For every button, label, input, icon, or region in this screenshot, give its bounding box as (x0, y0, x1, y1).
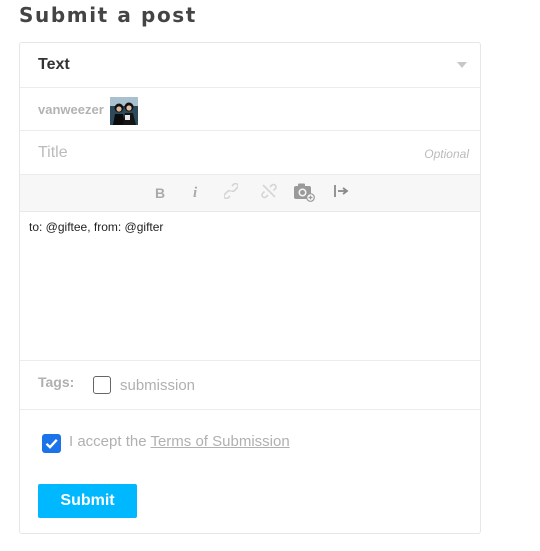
blog-name: vanweezer (38, 102, 104, 117)
title-input[interactable]: Title (38, 144, 68, 162)
blog-selector[interactable]: vanweezer (20, 88, 480, 131)
camera-icon[interactable] (293, 182, 315, 205)
terms-of-submission-link[interactable]: Terms of Submission (150, 433, 289, 450)
post-body-text: to: @giftee, from: @gifter (29, 220, 164, 234)
italic-button[interactable]: i (193, 185, 197, 202)
post-type-select[interactable]: Text (20, 43, 480, 88)
submit-button[interactable]: Submit (38, 484, 137, 518)
bold-button[interactable]: B (155, 185, 165, 201)
read-more-icon[interactable] (333, 183, 349, 202)
page-title: Submit a post (19, 3, 197, 27)
submission-tag-label[interactable]: submission (120, 377, 195, 394)
title-field[interactable]: Title Optional (20, 131, 480, 175)
avatar (110, 97, 138, 125)
accept-terms-text: I accept the Terms of Submission (69, 433, 290, 450)
formatting-toolbar: B i (20, 175, 480, 212)
accept-terms-prefix: I accept the (69, 433, 147, 450)
link-icon[interactable] (223, 182, 239, 202)
accept-terms-checkbox[interactable] (42, 434, 61, 453)
post-body-editor[interactable]: to: @giftee, from: @gifter (20, 212, 480, 361)
optional-hint: Optional (424, 147, 469, 161)
post-type-value: Text (38, 56, 70, 73)
submission-form: Text vanweezer Title Optional B i to: @g… (19, 42, 481, 534)
tags-section: Tags: submission (20, 361, 480, 410)
submission-tag-checkbox[interactable] (93, 376, 111, 394)
tags-label: Tags: (38, 374, 75, 390)
chevron-down-icon[interactable] (457, 62, 467, 68)
checkmark-icon (45, 438, 58, 449)
unlink-icon[interactable] (261, 183, 277, 202)
terms-section: I accept the Terms of Submission (20, 410, 480, 480)
